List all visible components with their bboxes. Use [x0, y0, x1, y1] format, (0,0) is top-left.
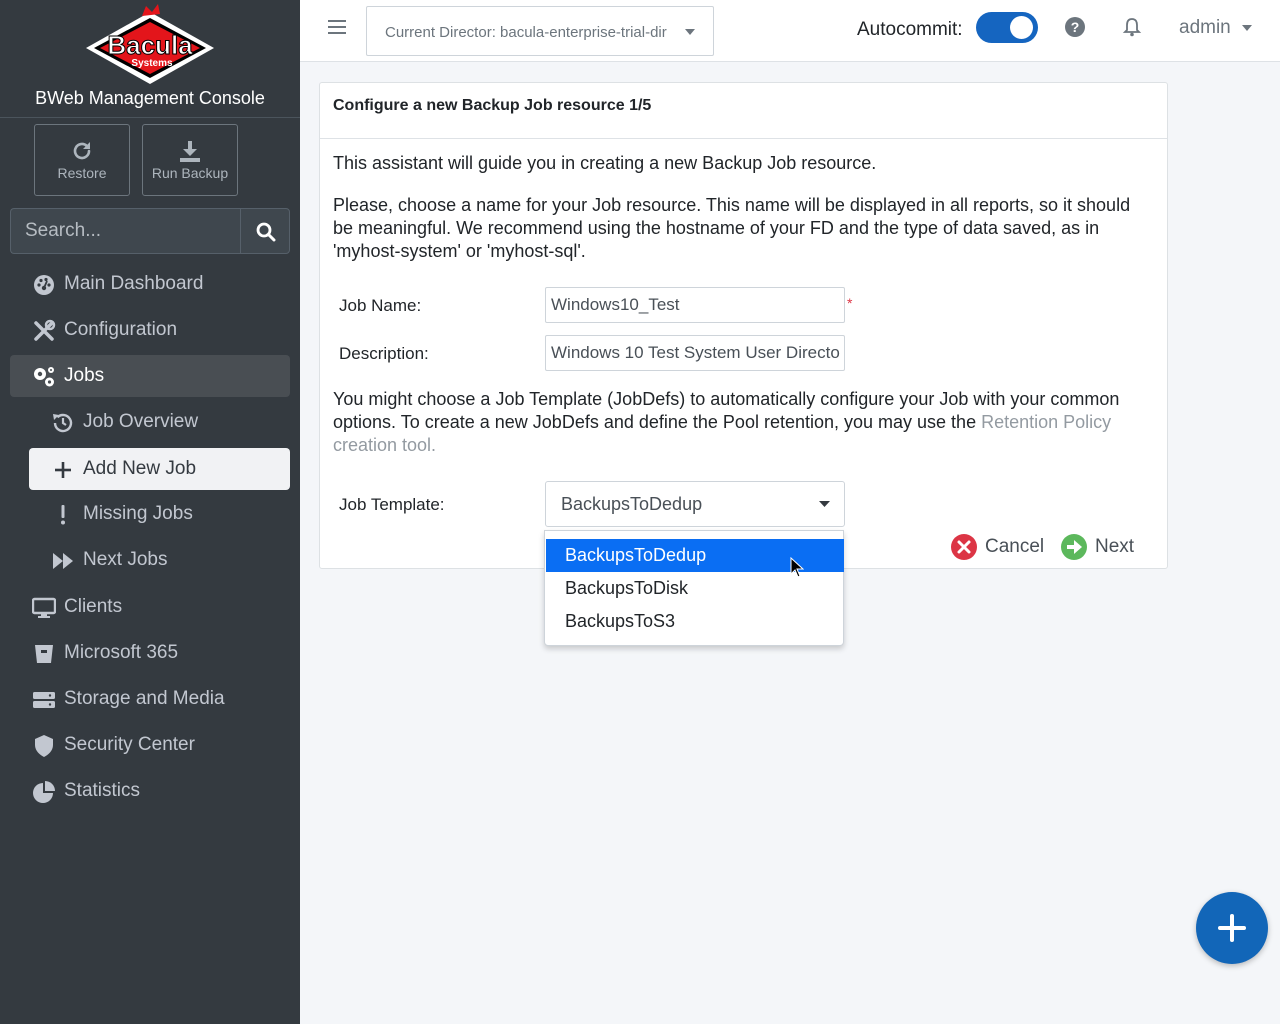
svg-text:Systems: Systems: [131, 58, 173, 69]
console-title: BWeb Management Console: [35, 88, 265, 108]
run-backup-button[interactable]: Run Backup: [142, 124, 238, 196]
download-icon: [180, 141, 200, 162]
search-icon: [256, 222, 276, 242]
nav-missing-jobs-label: Missing Jobs: [83, 503, 193, 524]
sidebar: Bacula Systems BWeb Management Console R…: [0, 0, 300, 1024]
cogs-icon: [34, 367, 54, 387]
hamburger-menu-icon[interactable]: [328, 18, 346, 36]
director-select[interactable]: Current Director: bacula-enterprise-tria…: [366, 6, 714, 56]
svg-text:Bacula: Bacula: [107, 30, 193, 60]
nav-next-jobs[interactable]: Next Jobs: [29, 539, 290, 581]
nav-storage-and-media[interactable]: Storage and Media: [10, 678, 290, 720]
template-option-label: BackupsToDedup: [565, 545, 707, 565]
job-name-input[interactable]: Windows10_Test: [545, 287, 845, 323]
nav-add-new-job[interactable]: Add New Job: [29, 448, 290, 490]
cancel-label: Cancel: [985, 536, 1045, 557]
chevron-down-icon: [819, 501, 830, 507]
run-backup-label: Run Backup: [151, 165, 229, 181]
next-arrow-icon: [1061, 534, 1087, 560]
user-menu[interactable]: admin: [1179, 17, 1231, 39]
wizard-title: Configure a new Backup Job resource 1/5: [333, 97, 652, 114]
description-label: Description:: [339, 344, 429, 363]
chevron-down-icon: [1242, 25, 1252, 31]
nav-jobs-label: Jobs: [64, 365, 105, 386]
cancel-circle-icon: [951, 534, 977, 560]
nav-missing-jobs[interactable]: Missing Jobs: [29, 493, 290, 535]
autocommit-toggle[interactable]: [976, 12, 1038, 43]
name-help-text: Please, choose a name for your Job resou…: [333, 195, 1131, 261]
template-option-label: BackupsToS3: [565, 611, 676, 631]
cancel-button[interactable]: Cancel: [951, 533, 1051, 561]
template-help-text: You might choose a Job Template (JobDefs…: [333, 388, 1153, 457]
card-header: Configure a new Backup Job resource 1/5: [320, 83, 1167, 139]
pie-chart-icon: [33, 781, 55, 803]
nav-add-new-job-label: Add New Job: [83, 458, 197, 479]
director-label: Current Director: bacula-enterprise-tria…: [385, 24, 667, 41]
nav-configuration[interactable]: Configuration: [10, 309, 290, 351]
intro-text: This assistant will guide you in creatin…: [333, 153, 877, 173]
plus-icon: [55, 462, 71, 478]
hdd-icon: [33, 692, 55, 708]
nav-job-overview-label: Job Overview: [83, 411, 199, 432]
next-button[interactable]: Next: [1061, 533, 1151, 561]
nav-security-center-label: Security Center: [64, 734, 195, 755]
nav-microsoft-365[interactable]: Microsoft 365: [10, 632, 290, 674]
chevron-down-icon: [685, 29, 695, 35]
sidebar-search: [10, 208, 290, 254]
exclamation-icon: [61, 505, 65, 525]
search-button[interactable]: [240, 208, 290, 254]
job-template-select[interactable]: BackupsToDedup: [545, 481, 845, 527]
description-input[interactable]: Windows 10 Test System User Directo: [545, 335, 845, 371]
required-marker: *: [847, 295, 853, 311]
nav-security-center[interactable]: Security Center: [10, 724, 290, 766]
fast-forward-icon: [53, 553, 73, 569]
template-option-backupstos3[interactable]: BackupsToS3: [546, 605, 844, 638]
top-header: Current Director: bacula-enterprise-tria…: [300, 0, 1280, 62]
dashboard-icon: [34, 275, 54, 295]
nav-jobs[interactable]: Jobs: [10, 355, 290, 397]
autocommit-label: Autocommit:: [857, 19, 963, 40]
next-label: Next: [1095, 536, 1135, 557]
svg-text:?: ?: [1071, 19, 1080, 35]
nav-statistics[interactable]: Statistics: [10, 770, 290, 812]
tools-icon: [34, 319, 56, 341]
job-template-dropdown: BackupsToDedup BackupsToDisk BackupsToS3: [544, 530, 844, 646]
nav-next-jobs-label: Next Jobs: [83, 549, 168, 570]
floating-add-button[interactable]: [1196, 892, 1268, 964]
refresh-icon: [73, 142, 91, 160]
office-icon: [35, 645, 53, 663]
nav-microsoft-365-label: Microsoft 365: [64, 642, 179, 663]
job-template-label: Job Template:: [339, 495, 445, 514]
nav-clients[interactable]: Clients: [10, 586, 290, 628]
restore-button[interactable]: Restore: [34, 124, 130, 196]
nav-statistics-label: Statistics: [64, 780, 141, 801]
restore-label: Restore: [57, 165, 107, 181]
nav-main-dashboard[interactable]: Main Dashboard: [10, 263, 290, 305]
template-option-label: BackupsToDisk: [565, 578, 689, 598]
desktop-icon: [32, 597, 56, 618]
history-icon: [53, 413, 73, 433]
nav-main-dashboard-label: Main Dashboard: [64, 273, 204, 294]
toggle-knob: [1010, 16, 1033, 39]
nav-clients-label: Clients: [64, 596, 123, 617]
mouse-cursor-icon: [790, 557, 804, 578]
job-name-label: Job Name:: [339, 296, 422, 315]
search-input[interactable]: [10, 208, 241, 254]
plus-icon: [1218, 914, 1246, 942]
bell-icon[interactable]: [1122, 17, 1142, 37]
nav-configuration-label: Configuration: [64, 319, 178, 340]
shield-icon: [35, 735, 53, 757]
job-template-value: BackupsToDedup: [561, 494, 703, 514]
bacula-logo[interactable]: Bacula Systems: [80, 4, 220, 86]
nav-job-overview[interactable]: Job Overview: [29, 401, 290, 443]
brand: Bacula Systems BWeb Management Console: [0, 0, 300, 118]
help-icon[interactable]: ?: [1065, 17, 1085, 37]
wizard-card: Configure a new Backup Job resource 1/5 …: [319, 82, 1168, 569]
nav-storage-and-media-label: Storage and Media: [64, 688, 225, 709]
